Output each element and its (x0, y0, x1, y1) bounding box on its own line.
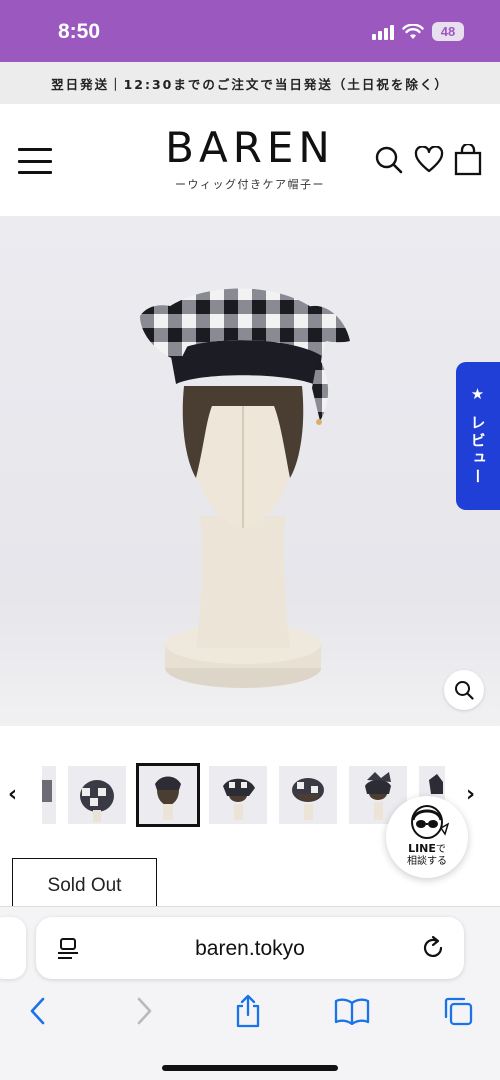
zoom-icon (455, 681, 474, 700)
thumbnail-next-button[interactable]: › (466, 782, 475, 807)
zoom-button[interactable] (444, 670, 484, 710)
line-consult-label: 相談する (407, 856, 447, 867)
status-time: 8:50 (58, 20, 101, 43)
announcement-text: 翌日発送｜12:30までのご注文で当日発送（土日祝を除く） (51, 76, 449, 92)
announcement-bar: 翌日発送｜12:30までのご注文で当日発送（土日祝を除く） (0, 62, 500, 104)
menu-icon[interactable] (18, 148, 52, 174)
share-icon (236, 994, 260, 1028)
line-suffix: で (435, 844, 446, 855)
thumbnail-prev-button[interactable]: ‹ (8, 782, 17, 807)
header-actions (374, 144, 482, 176)
line-avatar-icon (411, 805, 449, 839)
line-brand: LINE (408, 842, 436, 855)
site-logo[interactable]: BAREN ーウィッグ付きケア帽子ー (150, 124, 350, 192)
url-text: baren.tokyo (195, 937, 305, 960)
forward-icon (137, 997, 152, 1025)
site-header: BAREN ーウィッグ付きケア帽子ー (0, 104, 500, 216)
wifi-icon (402, 23, 424, 39)
tabs-button[interactable] (440, 993, 476, 1029)
logo-text: BAREN (165, 123, 335, 172)
browser-toolbar (0, 987, 500, 1031)
forward-button[interactable] (126, 993, 162, 1029)
share-button[interactable] (230, 993, 266, 1029)
search-icon[interactable] (374, 145, 404, 175)
back-icon (30, 997, 45, 1025)
thumbnail[interactable] (279, 766, 337, 824)
thumbnail[interactable] (68, 766, 126, 824)
bookmarks-button[interactable] (334, 993, 370, 1029)
product-main-image[interactable] (0, 216, 500, 726)
thumbnail[interactable] (209, 766, 267, 824)
bag-icon[interactable] (454, 144, 482, 176)
heart-icon[interactable] (414, 146, 444, 174)
reload-icon[interactable] (420, 935, 446, 961)
thumbnail[interactable] (42, 766, 56, 824)
status-icons: 48 (372, 22, 464, 41)
status-bar: 8:50 48 (0, 0, 500, 62)
line-chat-button[interactable]: LINEで 相談する (386, 796, 468, 878)
home-indicator (162, 1065, 338, 1071)
review-tab[interactable]: ★ レビュー (456, 362, 500, 510)
signal-icon (372, 24, 394, 40)
browser-chrome: baren.tokyo (0, 906, 500, 1080)
battery-indicator: 48 (432, 22, 464, 41)
thumbnail-active[interactable] (136, 763, 200, 827)
tabs-icon (444, 997, 473, 1026)
logo-tagline: ーウィッグ付きケア帽子ー (175, 178, 325, 191)
back-button[interactable] (20, 993, 56, 1029)
previous-tab-card[interactable] (0, 917, 26, 979)
review-tab-label: ★ レビュー (468, 385, 487, 487)
line-badge-text: LINEで 相談する (407, 843, 447, 868)
bookmarks-icon (334, 998, 370, 1025)
address-bar[interactable]: baren.tokyo (36, 917, 464, 979)
product-photo (0, 216, 500, 726)
